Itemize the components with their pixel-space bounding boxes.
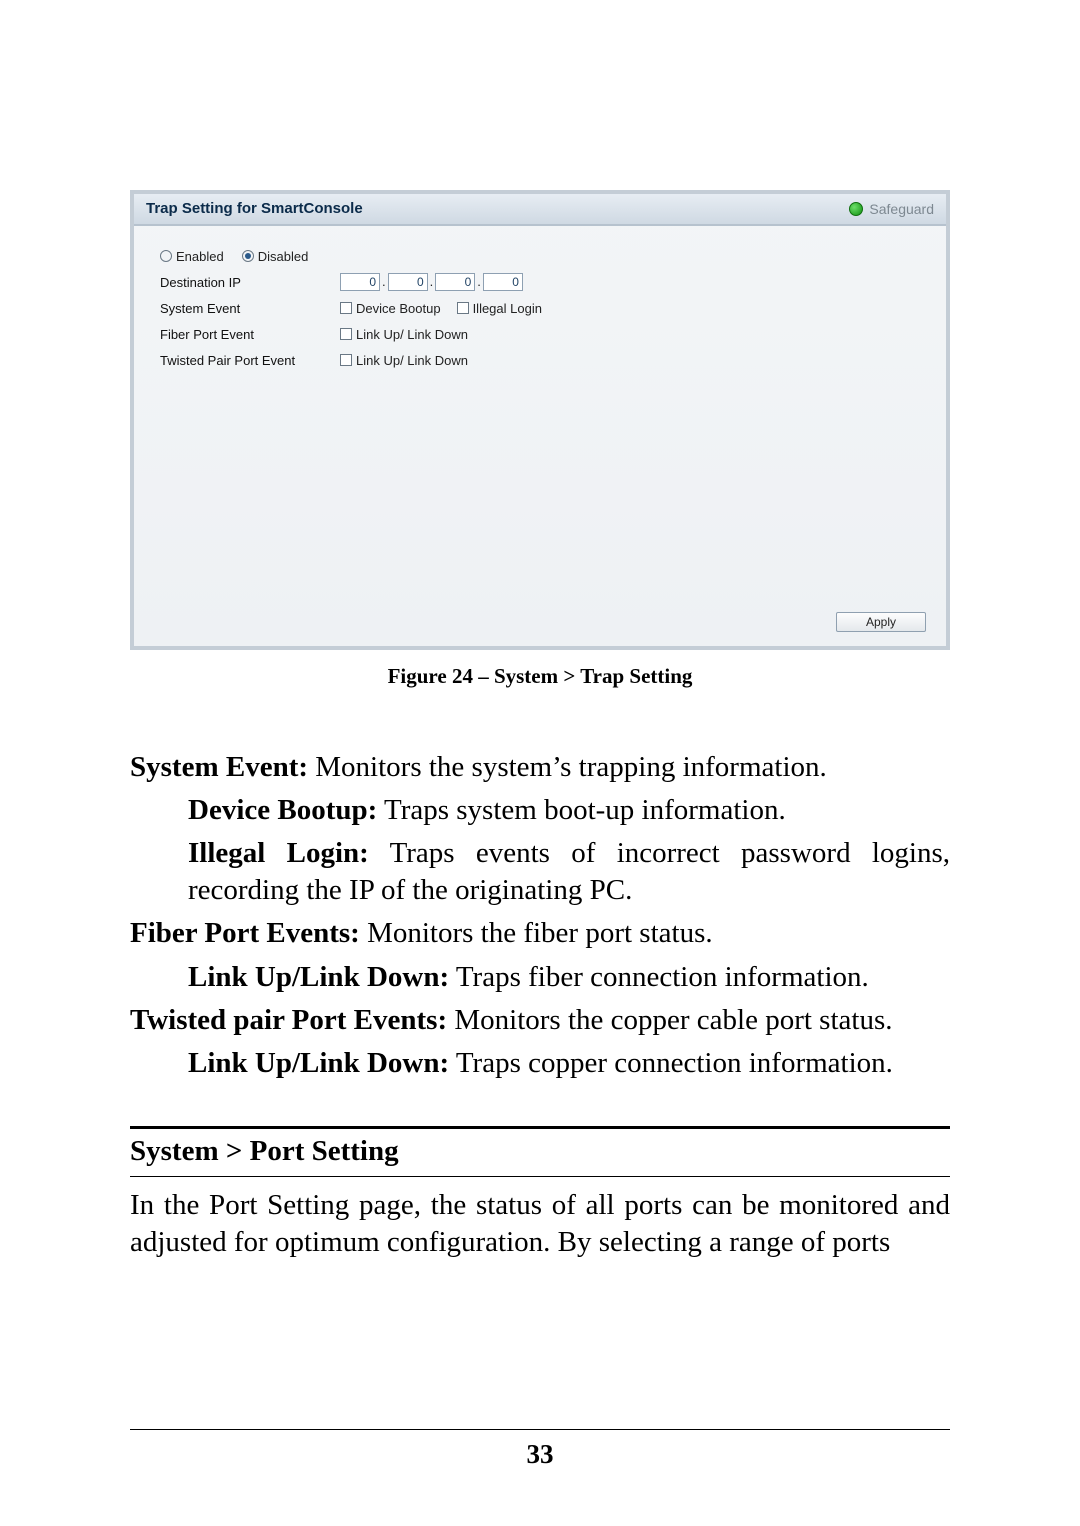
checkbox-device-bootup[interactable]: Device Bootup xyxy=(340,301,441,316)
checkbox-twisted-linkupdown[interactable]: Link Up/ Link Down xyxy=(340,353,468,368)
radio-icon xyxy=(160,250,172,262)
def-device-bootup: Traps system boot-up information. xyxy=(377,794,785,826)
section-body: In the Port Setting page, the status of … xyxy=(130,1187,950,1261)
label-system-event: System Event xyxy=(160,301,340,316)
checkbox-icon xyxy=(340,328,352,340)
radio-enabled[interactable]: Enabled xyxy=(160,249,224,264)
term-system-event: System Event: xyxy=(130,751,308,783)
checkbox-label: Link Up/ Link Down xyxy=(356,327,468,342)
checkbox-icon xyxy=(340,354,352,366)
label-twisted-pair-port-event: Twisted Pair Port Event xyxy=(160,353,340,368)
term-device-bootup: Device Bootup: xyxy=(188,794,377,826)
body-text: System Event: Monitors the system’s trap… xyxy=(130,749,950,1261)
safeguard-badge: Safeguard xyxy=(849,193,934,225)
term-illegal-login: Illegal Login: xyxy=(188,837,369,869)
checkbox-icon xyxy=(340,302,352,314)
def-system-event: Monitors the system’s trapping informati… xyxy=(308,751,827,783)
def-twisted-link: Traps copper connection information. xyxy=(449,1047,893,1079)
panel-body: Enabled Disabled Destination IP 0.0.0.0 xyxy=(134,226,946,392)
footer-rule xyxy=(130,1429,950,1430)
checkbox-fiber-linkupdown[interactable]: Link Up/ Link Down xyxy=(340,327,468,342)
ip-field[interactable]: 0.0.0.0 xyxy=(340,273,523,291)
ip-octet-4[interactable]: 0 xyxy=(483,273,523,291)
figure-caption: Figure 24 – System > Trap Setting xyxy=(130,664,950,689)
safeguard-icon xyxy=(849,202,863,216)
def-fiber-port-events: Monitors the fiber port status. xyxy=(360,917,713,949)
screenshot-trap-setting: Trap Setting for SmartConsole Safeguard … xyxy=(130,190,950,650)
label-destination-ip: Destination IP xyxy=(160,275,340,290)
section-rule-bottom xyxy=(130,1176,950,1177)
radio-label: Enabled xyxy=(176,249,224,264)
term-twisted-link: Link Up/Link Down: xyxy=(188,1047,449,1079)
def-fiber-link: Traps fiber connection information. xyxy=(449,961,869,993)
page-number: 33 xyxy=(0,1439,1080,1470)
ip-octet-1[interactable]: 0 xyxy=(340,273,380,291)
checkbox-label: Illegal Login xyxy=(473,301,542,316)
radio-disabled[interactable]: Disabled xyxy=(242,249,309,264)
apply-button[interactable]: Apply xyxy=(836,612,926,632)
checkbox-icon xyxy=(457,302,469,314)
radio-label: Disabled xyxy=(258,249,309,264)
term-fiber-link: Link Up/Link Down: xyxy=(188,961,449,993)
radio-icon xyxy=(242,250,254,262)
checkbox-label: Device Bootup xyxy=(356,301,441,316)
checkbox-illegal-login[interactable]: Illegal Login xyxy=(457,301,542,316)
ip-octet-2[interactable]: 0 xyxy=(388,273,428,291)
ip-octet-3[interactable]: 0 xyxy=(435,273,475,291)
panel-title: Trap Setting for SmartConsole xyxy=(146,193,363,225)
label-fiber-port-event: Fiber Port Event xyxy=(160,327,340,342)
checkbox-label: Link Up/ Link Down xyxy=(356,353,468,368)
term-fiber-port-events: Fiber Port Events: xyxy=(130,917,360,949)
safeguard-label: Safeguard xyxy=(869,193,934,225)
panel-titlebar: Trap Setting for SmartConsole Safeguard xyxy=(134,194,946,226)
def-twisted-pair-port-events: Monitors the copper cable port status. xyxy=(447,1004,892,1036)
term-twisted-pair-port-events: Twisted pair Port Events: xyxy=(130,1004,447,1036)
section-heading: System > Port Setting xyxy=(130,1129,950,1176)
